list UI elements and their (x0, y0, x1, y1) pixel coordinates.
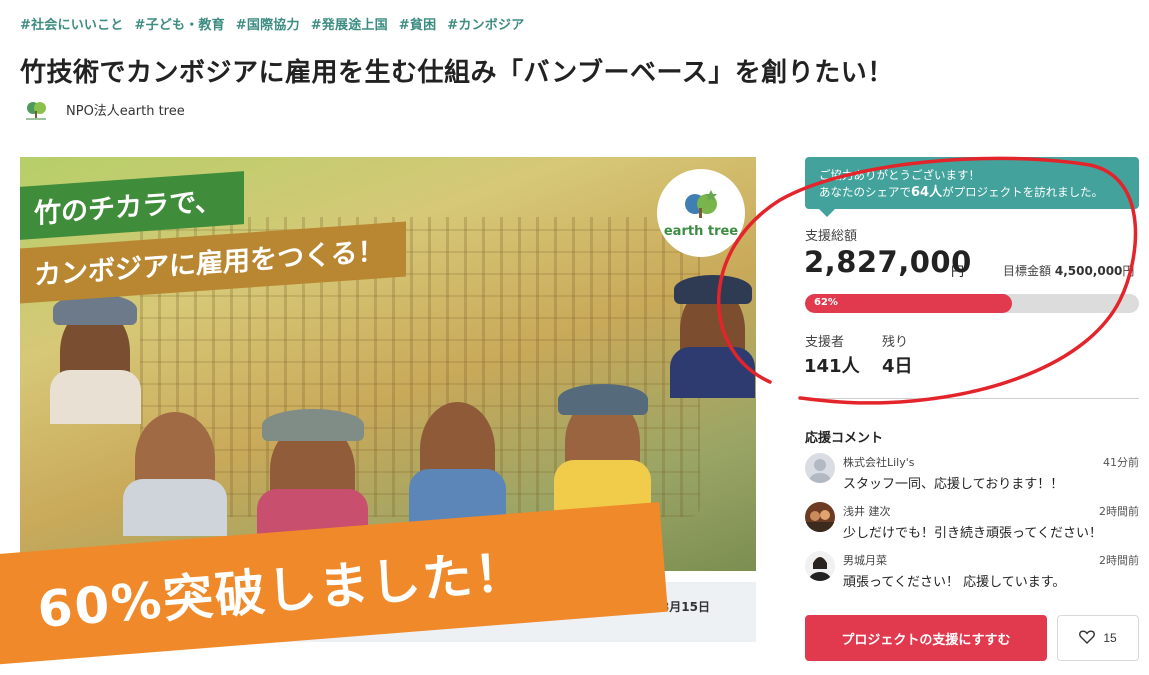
tag-link[interactable]: #社会にいいこと (20, 14, 124, 33)
project-title: 竹技術でカンボジアに雇用を生む仕組み「バンブーベース」を創りたい！ (20, 58, 894, 88)
comments-heading: 応援コメント (805, 431, 884, 446)
comment-author[interactable]: 男城月菜 (843, 552, 887, 568)
divider (805, 398, 1139, 399)
favorite-count: 15 (1103, 631, 1117, 645)
comment-time: 2時間前 (1099, 554, 1139, 567)
heart-icon (1079, 629, 1096, 647)
comment-author[interactable]: 株式会社Lily's (843, 454, 915, 470)
currency-unit: 円 (951, 265, 965, 280)
total-funding-amount: 2,827,000 (804, 245, 972, 279)
avatar (805, 551, 835, 581)
share-visitor-count: 64人 (911, 185, 943, 200)
progress-percent: 62% (814, 297, 838, 308)
remaining-label: 残り (882, 335, 909, 350)
comment-item[interactable]: 株式会社Lily's 41分前 スタッフ一同、応援しております！！ (805, 453, 1139, 499)
comment-item[interactable]: 男城月菜 2時間前 頑張ってください！ 応援しています。 (805, 551, 1139, 597)
avatar (805, 453, 835, 483)
comment-text: 少しだけでも！引き続き頑張ってください！ (843, 526, 1102, 541)
tag-link[interactable]: #子ども・教育 (135, 14, 225, 33)
support-project-button[interactable]: プロジェクトの支援にすすむ (805, 615, 1047, 661)
comment-item[interactable]: 浅井 建次 2時間前 少しだけでも！引き続き頑張ってください！ (805, 502, 1139, 548)
tag-link[interactable]: #貧困 (399, 14, 437, 33)
avatar (805, 502, 835, 532)
tree-icon (685, 189, 717, 218)
remaining-days: 4日 (882, 356, 913, 377)
comment-text: スタッフ一同、応援しております！！ (843, 477, 1064, 492)
comment-time: 2時間前 (1099, 505, 1139, 518)
tag-list: #社会にいいこと #子ども・教育 #国際協力 #発展途上国 #貧困 #カンボジア (20, 14, 524, 33)
funding-progress-bar: 62% (805, 294, 1139, 313)
supporters-count: 141人 (804, 356, 860, 377)
owner-name[interactable]: NPO法人earth tree (66, 100, 185, 119)
comment-text: 頑張ってください！ 応援しています。 (843, 575, 1066, 590)
goal-amount: 目標金額 4,500,000円 (1003, 264, 1135, 278)
logo-text: earth tree (663, 223, 739, 239)
comment-time: 41分前 (1103, 456, 1139, 469)
tag-link[interactable]: #カンボジア (447, 14, 524, 33)
tag-link[interactable]: #国際協力 (236, 14, 300, 33)
milestone-text: 60%突破しました！ (35, 542, 529, 639)
thanks-line2: あなたのシェアで64人がプロジェクトを訪れました。 (819, 185, 1104, 200)
end-date-text: 3月15日 (660, 600, 710, 614)
thanks-line1: ご協力ありがとうございます！ (819, 168, 980, 182)
earth-tree-logo: earth tree (657, 169, 745, 257)
supporters-label: 支援者 (805, 335, 845, 350)
favorite-button[interactable]: 15 (1057, 615, 1139, 661)
owner-logo-icon (20, 95, 52, 123)
total-funding-label: 支援総額 (805, 229, 858, 244)
comment-author[interactable]: 浅井 建次 (843, 503, 891, 519)
project-owner[interactable]: NPO法人earth tree (20, 95, 185, 123)
tag-link[interactable]: #発展途上国 (311, 14, 388, 33)
share-thanks-message: ご協力ありがとうございます！ あなたのシェアで64人がプロジェクトを訪れました。 (805, 157, 1139, 217)
